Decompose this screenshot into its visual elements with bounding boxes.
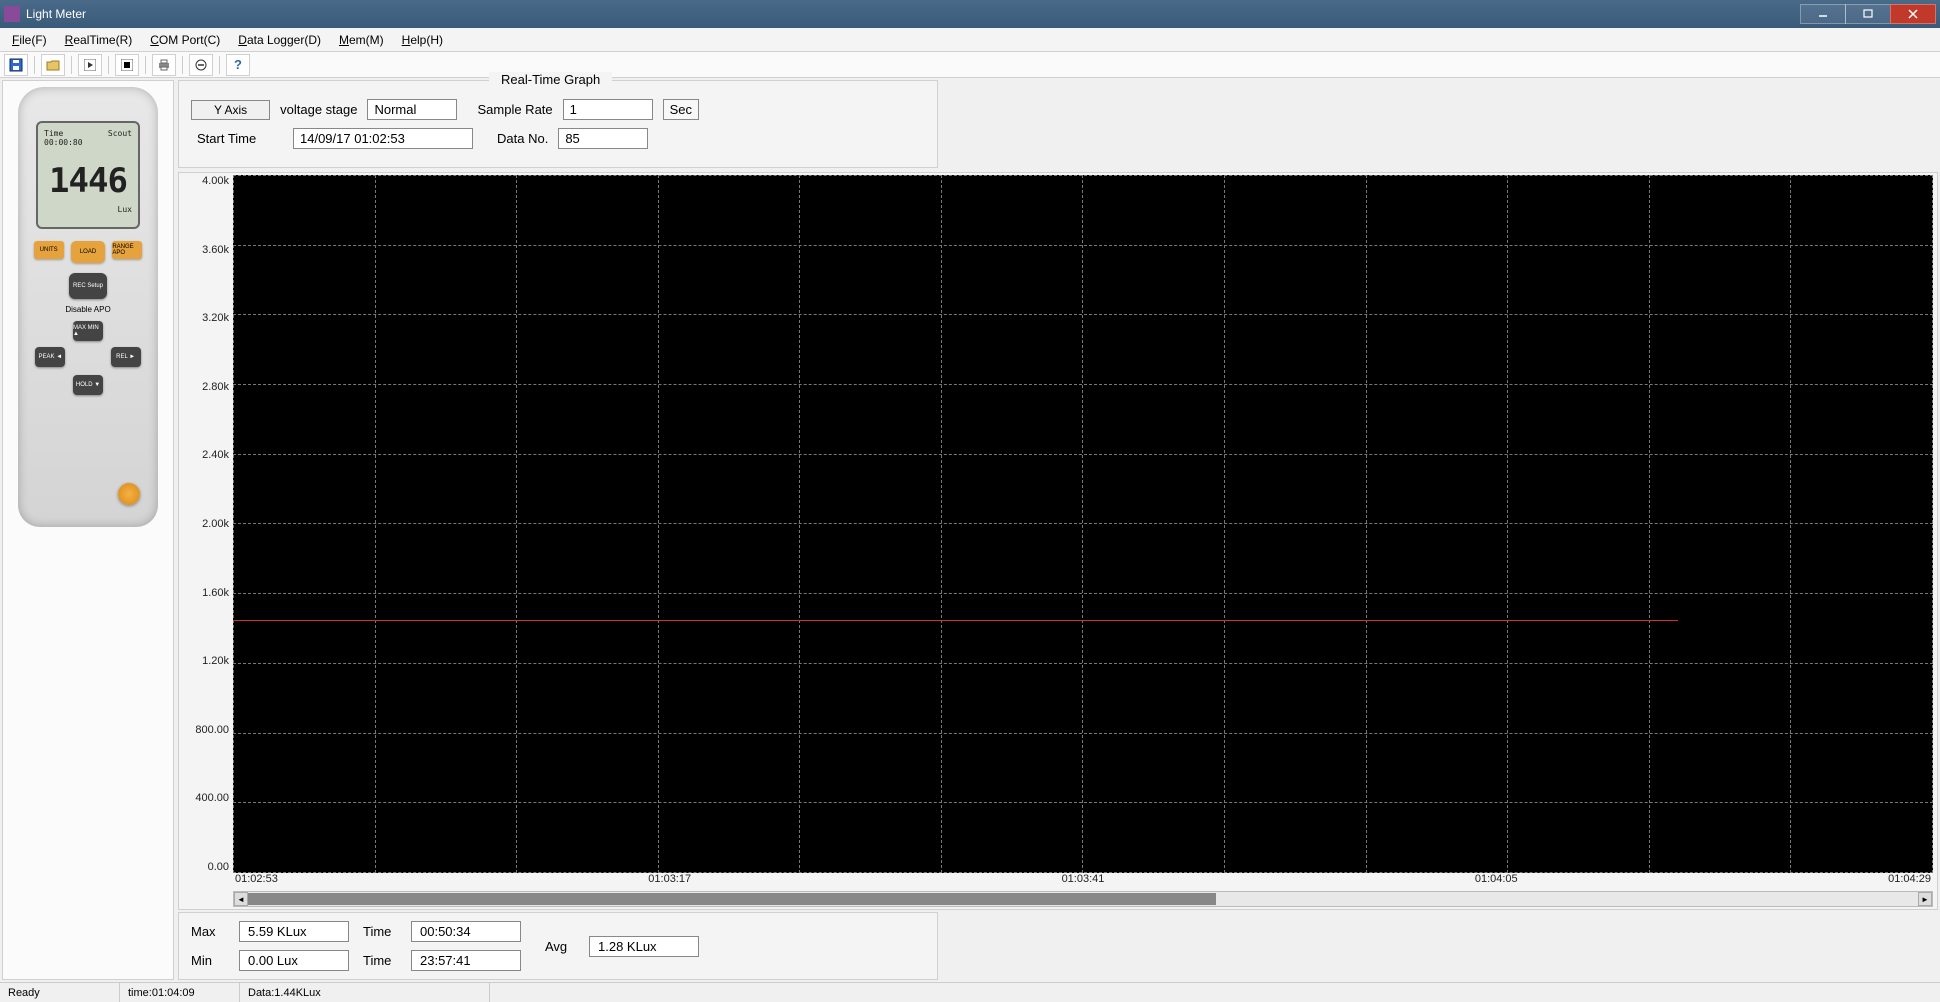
min-time-label: Time (363, 953, 397, 968)
help-icon[interactable]: ? (226, 54, 250, 76)
avg-value: 1.28 KLux (589, 936, 699, 957)
chart-area: 4.00k 3.60k 3.20k 2.80k 2.40k 2.00k 1.60… (178, 172, 1938, 910)
chart-x-axis: 01:02:53 01:03:17 01:03:41 01:04:05 01:0… (233, 873, 1933, 891)
device-hold-button[interactable]: HOLD ▼ (73, 375, 103, 395)
min-value: 0.00 Lux (239, 950, 349, 971)
app-icon (4, 6, 20, 22)
device-peak-button[interactable]: PEAK ◄ (35, 347, 65, 367)
scroll-thumb[interactable] (248, 893, 1216, 905)
start-time-field[interactable]: 14/09/17 01:02:53 (293, 128, 473, 149)
stop-icon[interactable] (115, 54, 139, 76)
print-icon[interactable] (152, 54, 176, 76)
sample-rate-unit: Sec (663, 99, 699, 120)
close-button[interactable] (1890, 4, 1936, 24)
device-apo-label: Disable APO (18, 305, 158, 314)
voltage-stage-label: voltage stage (280, 102, 357, 117)
realtime-controls-group: Real-Time Graph Y Axis voltage stage Nor… (178, 80, 938, 168)
device-range-button[interactable]: RANGE APO (112, 241, 142, 259)
zoom-out-icon[interactable] (189, 54, 213, 76)
menu-mem[interactable]: Mem(M) (331, 31, 392, 49)
max-label: Max (191, 924, 225, 939)
device-maxmin-button[interactable]: MAX MIN ▲ (73, 321, 103, 341)
toolbar: ? (0, 52, 1940, 78)
status-ready: Ready (0, 983, 120, 1002)
device-reading: 1446 (44, 161, 132, 201)
device-units-button[interactable]: UNITS (34, 241, 64, 259)
sample-rate-label: Sample Rate (477, 102, 552, 117)
maximize-button[interactable] (1845, 4, 1891, 24)
chart-y-axis: 4.00k 3.60k 3.20k 2.80k 2.40k 2.00k 1.60… (181, 175, 233, 873)
max-time-label: Time (363, 924, 397, 939)
group-legend: Real-Time Graph (489, 72, 612, 87)
status-bar: Ready time:01:04:09 Data:1.44KLux (0, 982, 1940, 1002)
scroll-right-icon[interactable]: ► (1918, 892, 1932, 906)
menu-realtime[interactable]: RealTime(R) (57, 31, 141, 49)
status-time: time:01:04:09 (120, 983, 240, 1002)
status-data: Data:1.44KLux (240, 983, 490, 1002)
chart-plot[interactable] (233, 175, 1933, 873)
menu-bar: File(F) RealTime(R) COM Port(C) Data Log… (0, 28, 1940, 52)
title-bar: Light Meter (0, 0, 1940, 28)
menu-comport[interactable]: COM Port(C) (142, 31, 228, 49)
device-image: TimeScout 00:00:80 1446 Lux UNITS LOAD R… (18, 87, 158, 527)
max-value: 5.59 KLux (239, 921, 349, 942)
min-time-value: 23:57:41 (411, 950, 521, 971)
data-no-field[interactable]: 85 (558, 128, 648, 149)
device-power-button[interactable] (118, 483, 140, 505)
open-icon[interactable] (41, 54, 65, 76)
menu-file[interactable]: File(F) (4, 31, 55, 49)
avg-label: Avg (545, 939, 579, 954)
yaxis-button[interactable]: Y Axis (191, 100, 270, 120)
start-time-label: Start Time (197, 131, 283, 146)
device-rel-button[interactable]: REL ► (111, 347, 141, 367)
menu-datalogger[interactable]: Data Logger(D) (230, 31, 329, 49)
menu-help[interactable]: Help(H) (394, 31, 451, 49)
chart-trace (233, 620, 1678, 621)
device-load-button[interactable]: LOAD (71, 241, 105, 263)
minimize-button[interactable] (1800, 4, 1846, 24)
min-label: Min (191, 953, 225, 968)
chart-scrollbar[interactable]: ◄ ► (233, 891, 1933, 907)
stats-panel: Max 5.59 KLux Time 00:50:34 Min 0.00 Lux… (178, 912, 938, 980)
data-no-label: Data No. (497, 131, 548, 146)
play-icon[interactable] (78, 54, 102, 76)
voltage-stage-field[interactable]: Normal (367, 99, 457, 120)
save-icon[interactable] (4, 54, 28, 76)
max-time-value: 00:50:34 (411, 921, 521, 942)
scroll-left-icon[interactable]: ◄ (234, 892, 248, 906)
window-title: Light Meter (26, 7, 1801, 21)
device-lcd: TimeScout 00:00:80 1446 Lux (36, 121, 140, 229)
device-rec-button[interactable]: REC Setup (69, 273, 107, 299)
device-sidebar: TimeScout 00:00:80 1446 Lux UNITS LOAD R… (2, 80, 174, 980)
sample-rate-field[interactable]: 1 (563, 99, 653, 120)
